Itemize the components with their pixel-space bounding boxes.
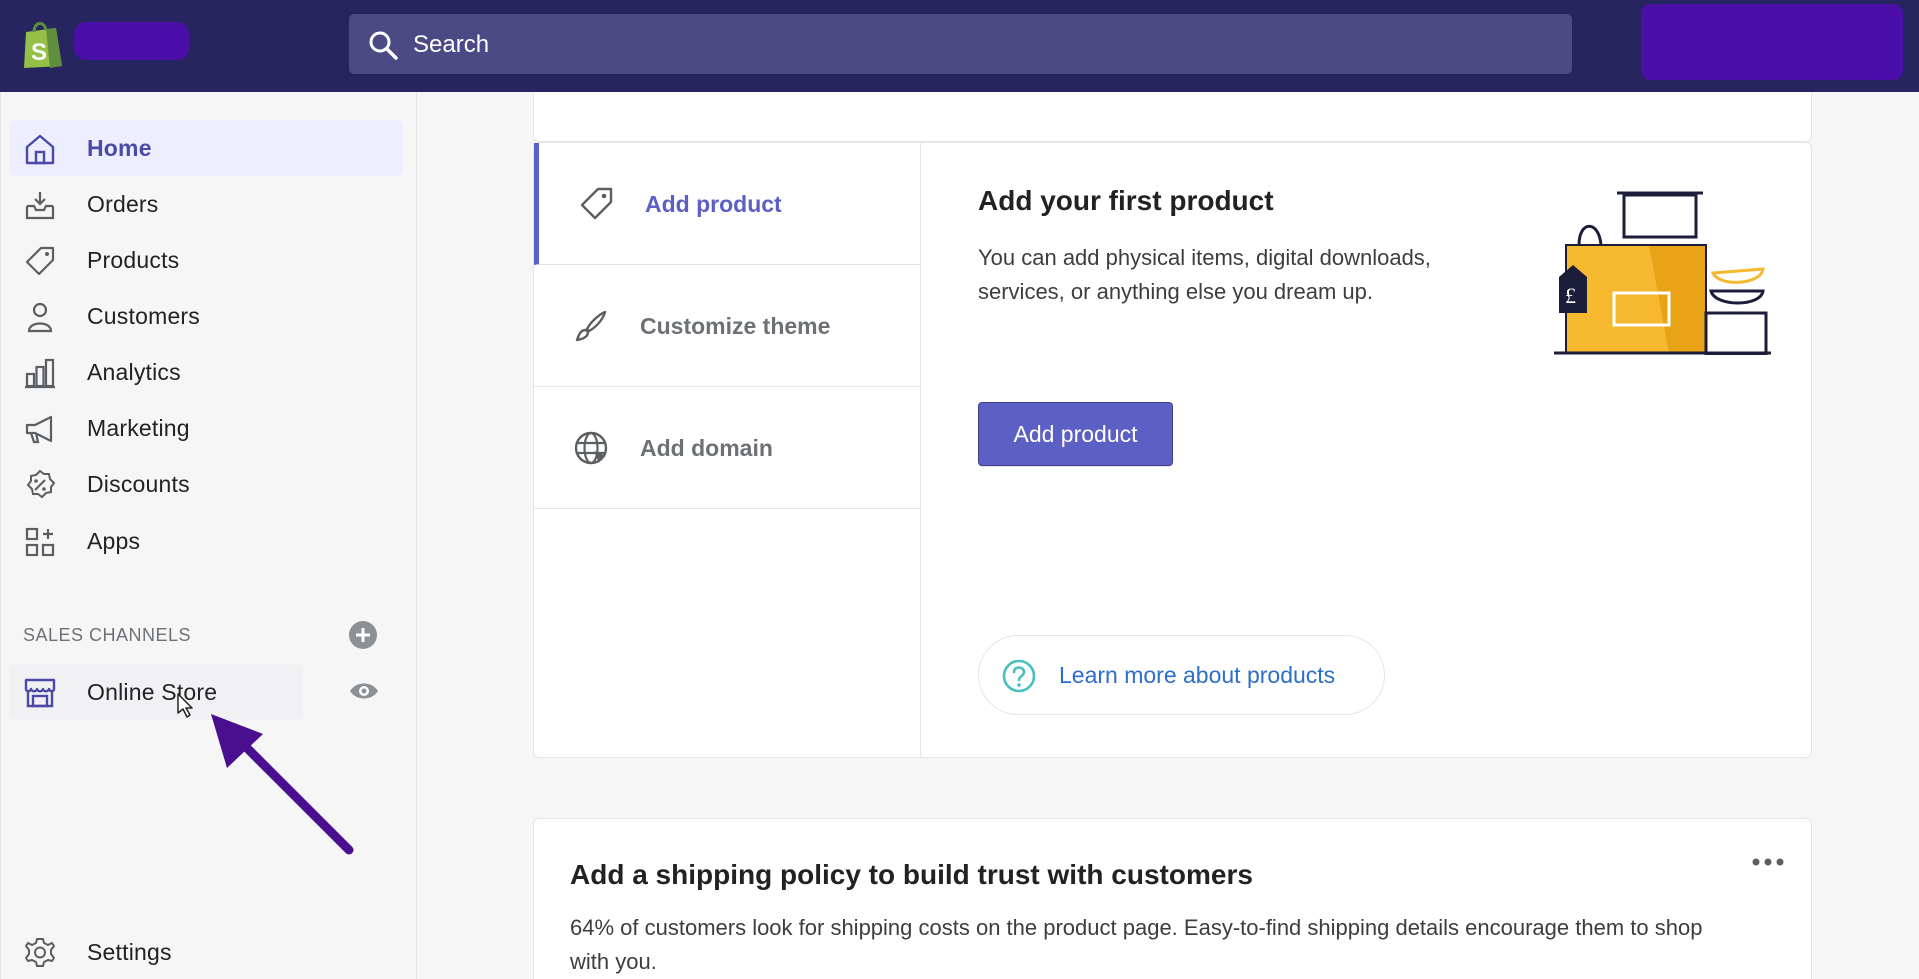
sidebar-item-label: Discounts xyxy=(87,471,190,497)
setup-tabs: Add product Customize theme Add domain xyxy=(534,143,921,757)
sidebar-item-orders[interactable]: Orders xyxy=(9,176,403,232)
sidebar-item-label: Orders xyxy=(87,191,159,217)
search-placeholder: Search xyxy=(413,31,490,58)
sidebar-item-label: Marketing xyxy=(87,415,190,441)
shipping-card-description: 64% of customers look for shipping costs… xyxy=(570,915,1703,974)
tab-add-domain[interactable]: Add domain xyxy=(534,387,921,509)
eye-icon[interactable] xyxy=(348,678,380,704)
question-circle-icon xyxy=(1002,659,1036,693)
sales-channels-heading: SALES CHANNELS xyxy=(23,625,192,645)
tab-customize-theme[interactable]: Customize theme xyxy=(534,265,921,387)
svg-text:S: S xyxy=(31,39,47,66)
sidebar-item-home[interactable]: Home xyxy=(9,120,403,176)
panel-title: Add your first product xyxy=(978,185,1274,216)
storefront-icon xyxy=(24,678,56,708)
panel-description: You can add physical items, digital down… xyxy=(978,245,1431,304)
sidebar-item-marketing[interactable]: Marketing xyxy=(9,400,403,456)
sidebar-item-customers[interactable]: Customers xyxy=(9,288,403,344)
mouse-cursor-icon xyxy=(177,693,193,718)
pointer-arrow-annotation xyxy=(211,714,354,855)
sidebar-item-label: Analytics xyxy=(87,359,181,385)
shipping-policy-card: Add a shipping policy to build trust wit… xyxy=(533,818,1812,979)
sidebar-item-label: Products xyxy=(87,247,180,273)
svg-text:£: £ xyxy=(1565,283,1576,308)
discount-icon xyxy=(26,469,56,499)
sidebar-item-settings[interactable]: Settings xyxy=(9,924,403,979)
product-boxes-illustration: £ xyxy=(1554,191,1771,355)
sidebar-item-apps[interactable]: Apps xyxy=(9,513,403,569)
add-sales-channel-icon[interactable] xyxy=(348,620,378,650)
setup-guide-card: Add product Customize theme Add domain A… xyxy=(533,142,1812,758)
apps-icon xyxy=(25,527,55,557)
account-menu-badge[interactable] xyxy=(1641,4,1903,80)
more-horizontal-icon[interactable] xyxy=(1750,855,1786,869)
person-icon xyxy=(27,302,53,333)
tag-icon xyxy=(25,246,55,276)
tab-add-product[interactable]: Add product xyxy=(534,143,921,265)
home-icon xyxy=(25,134,55,165)
gear-icon xyxy=(25,938,55,967)
tab-label: Add product xyxy=(645,191,782,217)
globe-icon xyxy=(574,431,608,465)
bar-chart-icon xyxy=(25,358,55,389)
search-icon xyxy=(369,31,398,60)
inbox-icon xyxy=(25,192,55,220)
search-bar[interactable]: Search xyxy=(349,14,1572,74)
brush-icon xyxy=(575,310,607,342)
shopify-logo-icon[interactable]: S xyxy=(20,18,66,70)
learn-more-label: Learn more about products xyxy=(1059,662,1336,688)
sidebar-item-label: Settings xyxy=(87,939,172,965)
shipping-card-title: Add a shipping policy to build trust wit… xyxy=(570,859,1253,890)
sidebar-item-label: Apps xyxy=(87,528,141,554)
add-product-button[interactable]: Add product xyxy=(978,402,1173,466)
megaphone-icon xyxy=(25,415,53,444)
sidebar: Home Orders Products Customers Analytics xyxy=(0,92,417,979)
previous-card-edge xyxy=(533,92,1812,142)
top-bar: S Search xyxy=(0,0,1919,92)
sidebar-item-analytics[interactable]: Analytics xyxy=(9,344,403,400)
sidebar-item-label: Home xyxy=(87,135,152,161)
learn-more-link[interactable]: Learn more about products xyxy=(978,635,1385,715)
sidebar-item-discounts[interactable]: Discounts xyxy=(9,456,403,512)
store-name-badge[interactable] xyxy=(74,22,189,60)
sidebar-item-label: Customers xyxy=(87,303,200,329)
tag-icon xyxy=(580,187,613,220)
sidebar-item-products[interactable]: Products xyxy=(9,232,403,288)
tab-label: Customize theme xyxy=(640,313,831,339)
sidebar-item-label: Online Store xyxy=(87,679,218,705)
tab-label: Add domain xyxy=(640,435,773,461)
